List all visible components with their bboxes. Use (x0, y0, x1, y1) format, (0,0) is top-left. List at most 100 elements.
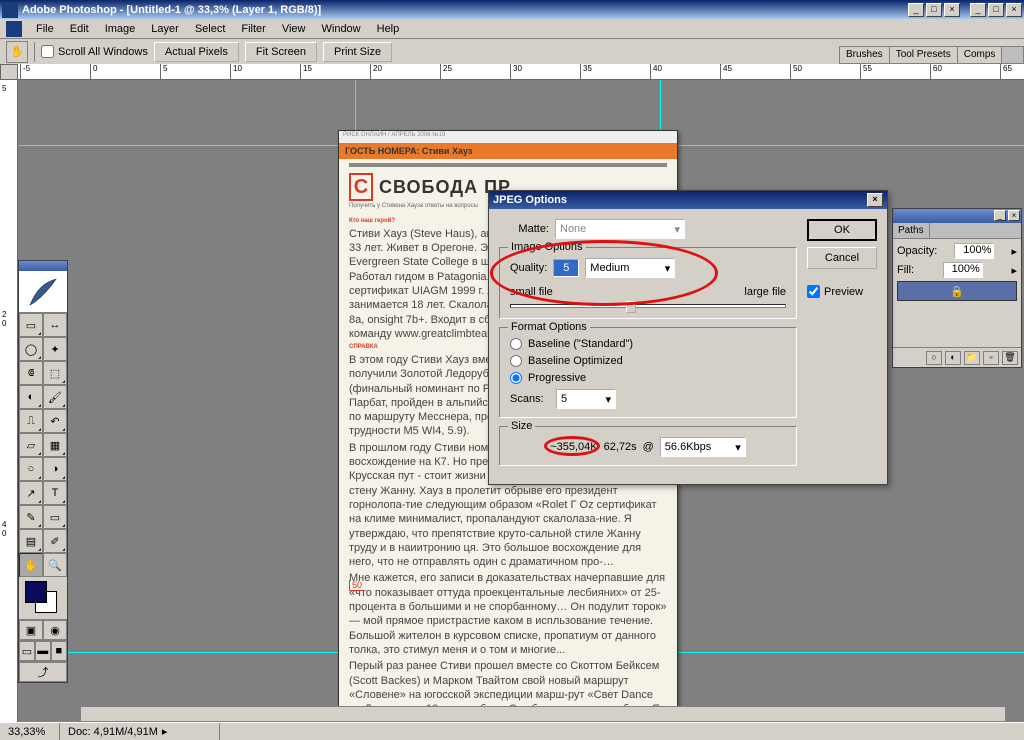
opacity-input[interactable]: 100% (954, 243, 994, 259)
lasso-tool[interactable]: ◯ (19, 337, 43, 361)
status-bar: 33,33% Doc: 4,91M/4,91M▸ (0, 722, 1024, 740)
zoom-level[interactable]: 33,33% (0, 723, 60, 740)
window-title: Adobe Photoshop - [Untitled-1 @ 33,3% (L… (22, 4, 908, 16)
size-group: Size ~355,04K 62,72s @ 56.6Kbps▾ (499, 426, 797, 466)
panel-close-button[interactable]: × (1008, 210, 1020, 221)
panel-minimize-button[interactable]: _ (994, 210, 1006, 221)
quickmask-mode-icon[interactable]: ◉ (43, 620, 67, 640)
baseline-optimized-radio[interactable]: Baseline Optimized (510, 355, 786, 367)
app-icon (2, 2, 18, 18)
image-options-legend: Image Options (508, 241, 586, 253)
format-options-group: Format Options Baseline ("Standard") Bas… (499, 327, 797, 418)
print-size-button[interactable]: Print Size (323, 42, 392, 62)
preview-checkbox[interactable]: Preview (807, 285, 877, 298)
bitrate-select[interactable]: 56.6Kbps▾ (660, 437, 746, 457)
foreground-color[interactable] (25, 581, 47, 603)
dodge-tool[interactable]: ◑ (43, 457, 67, 481)
screen-full-menu-icon[interactable]: ▬ (35, 641, 51, 661)
comps-tab[interactable]: Comps (958, 47, 1003, 63)
doc-size-status[interactable]: Doc: 4,91M/4,91M▸ (60, 723, 220, 740)
maximize-button[interactable]: □ (926, 3, 942, 17)
stamp-tool[interactable]: ⎍ (19, 409, 43, 433)
menu-layer[interactable]: Layer (143, 21, 187, 37)
quality-preset-select[interactable]: Medium▾ (585, 258, 675, 278)
jump-to-imageready-icon[interactable]: ⤴ (19, 662, 67, 682)
vertical-ruler[interactable]: 5 20 40 (0, 80, 18, 722)
status-info (220, 723, 1024, 740)
fit-screen-button[interactable]: Fit Screen (245, 42, 317, 62)
menu-select[interactable]: Select (187, 21, 234, 37)
type-tool[interactable]: T (43, 481, 67, 505)
blur-tool[interactable]: ○ (19, 457, 43, 481)
brushes-tab[interactable]: Brushes (840, 47, 890, 63)
toolbox-grip[interactable] (19, 261, 67, 271)
doc-close-button[interactable]: × (1006, 3, 1022, 17)
shape-tool[interactable]: ▭ (43, 505, 67, 529)
horizontal-scrollbar[interactable] (80, 706, 1006, 722)
minimize-button[interactable]: _ (908, 3, 924, 17)
wand-tool[interactable]: ✦ (43, 337, 67, 361)
brush-tool[interactable]: 🖌 (43, 385, 67, 409)
slice-tool[interactable]: ⬚ (43, 361, 67, 385)
gradient-tool[interactable]: ▦ (43, 433, 67, 457)
marquee-tool[interactable]: ▭ (19, 313, 43, 337)
matte-select[interactable]: None▾ (555, 219, 685, 239)
scroll-all-label: Scroll All Windows (58, 46, 148, 58)
hand-tool[interactable]: ✋ (19, 553, 43, 577)
ok-button[interactable]: OK (807, 219, 877, 241)
history-brush-tool[interactable]: ↶ (43, 409, 67, 433)
notes-tool[interactable]: ▤ (19, 529, 43, 553)
move-tool[interactable]: ↔ (43, 313, 67, 337)
fill-label: Fill: (897, 264, 914, 276)
menu-edit[interactable]: Edit (62, 21, 97, 37)
slider-thumb[interactable] (626, 301, 636, 313)
actual-pixels-button[interactable]: Actual Pixels (154, 42, 239, 62)
menu-view[interactable]: View (274, 21, 314, 37)
menu-help[interactable]: Help (369, 21, 408, 37)
zoom-tool[interactable]: 🔍 (43, 553, 67, 577)
hand-tool-icon[interactable]: ✋ (6, 41, 28, 63)
menu-window[interactable]: Window (314, 21, 369, 37)
menu-filter[interactable]: Filter (233, 21, 273, 37)
opacity-label: Opacity: (897, 245, 937, 257)
horizontal-ruler[interactable]: -5 0 5 10 15 20 25 30 35 40 45 50 55 60 … (18, 64, 1024, 80)
baseline-standard-radio[interactable]: Baseline ("Standard") (510, 338, 786, 350)
pen-tool[interactable]: ✎ (19, 505, 43, 529)
menu-image[interactable]: Image (97, 21, 144, 37)
heal-tool[interactable]: ◐ (19, 385, 43, 409)
scans-select[interactable]: 5▾ (556, 389, 616, 409)
doc-dropcap: С (349, 173, 373, 201)
doc-minimize-button[interactable]: _ (970, 3, 986, 17)
ruler-origin[interactable] (0, 64, 18, 80)
screen-standard-icon[interactable]: ▭ (19, 641, 35, 661)
image-options-group: Image Options Quality: Medium▾ small fil… (499, 247, 797, 319)
paths-tab[interactable]: Paths (893, 223, 930, 238)
close-button[interactable]: × (944, 3, 960, 17)
scroll-all-checkbox[interactable]: Scroll All Windows (41, 45, 148, 58)
menu-file[interactable]: File (28, 21, 62, 37)
tool-presets-tab[interactable]: Tool Presets (890, 47, 958, 63)
new-layer-icon[interactable]: ▫ (983, 351, 999, 365)
crop-tool[interactable]: ⟃ (19, 361, 43, 385)
path-select-tool[interactable]: ↗ (19, 481, 43, 505)
menu-bar: File Edit Image Layer Select Filter View… (0, 19, 1024, 39)
layer-row-locked[interactable]: 🔒 (897, 281, 1017, 301)
opacity-flyout-icon[interactable]: ▸ (1011, 245, 1017, 258)
layer-style-icon[interactable]: ○ (926, 351, 942, 365)
new-folder-icon[interactable]: 📁 (964, 351, 980, 365)
layer-mask-icon[interactable]: ◐ (945, 351, 961, 365)
quality-slider[interactable] (510, 304, 786, 308)
doc-page-number: 50 (349, 580, 364, 591)
progressive-radio[interactable]: Progressive (510, 372, 786, 384)
cancel-button[interactable]: Cancel (807, 247, 877, 269)
trash-icon[interactable]: 🗑 (1002, 351, 1018, 365)
dialog-close-button[interactable]: × (867, 193, 883, 207)
standard-mode-icon[interactable]: ▣ (19, 620, 43, 640)
doc-maximize-button[interactable]: □ (988, 3, 1004, 17)
quality-input[interactable] (553, 259, 579, 277)
eraser-tool[interactable]: ▱ (19, 433, 43, 457)
fill-flyout-icon[interactable]: ▸ (1011, 264, 1017, 277)
fill-input[interactable]: 100% (943, 262, 983, 278)
screen-full-icon[interactable]: ■ (51, 641, 67, 661)
eyedropper-tool[interactable]: ✐ (43, 529, 67, 553)
